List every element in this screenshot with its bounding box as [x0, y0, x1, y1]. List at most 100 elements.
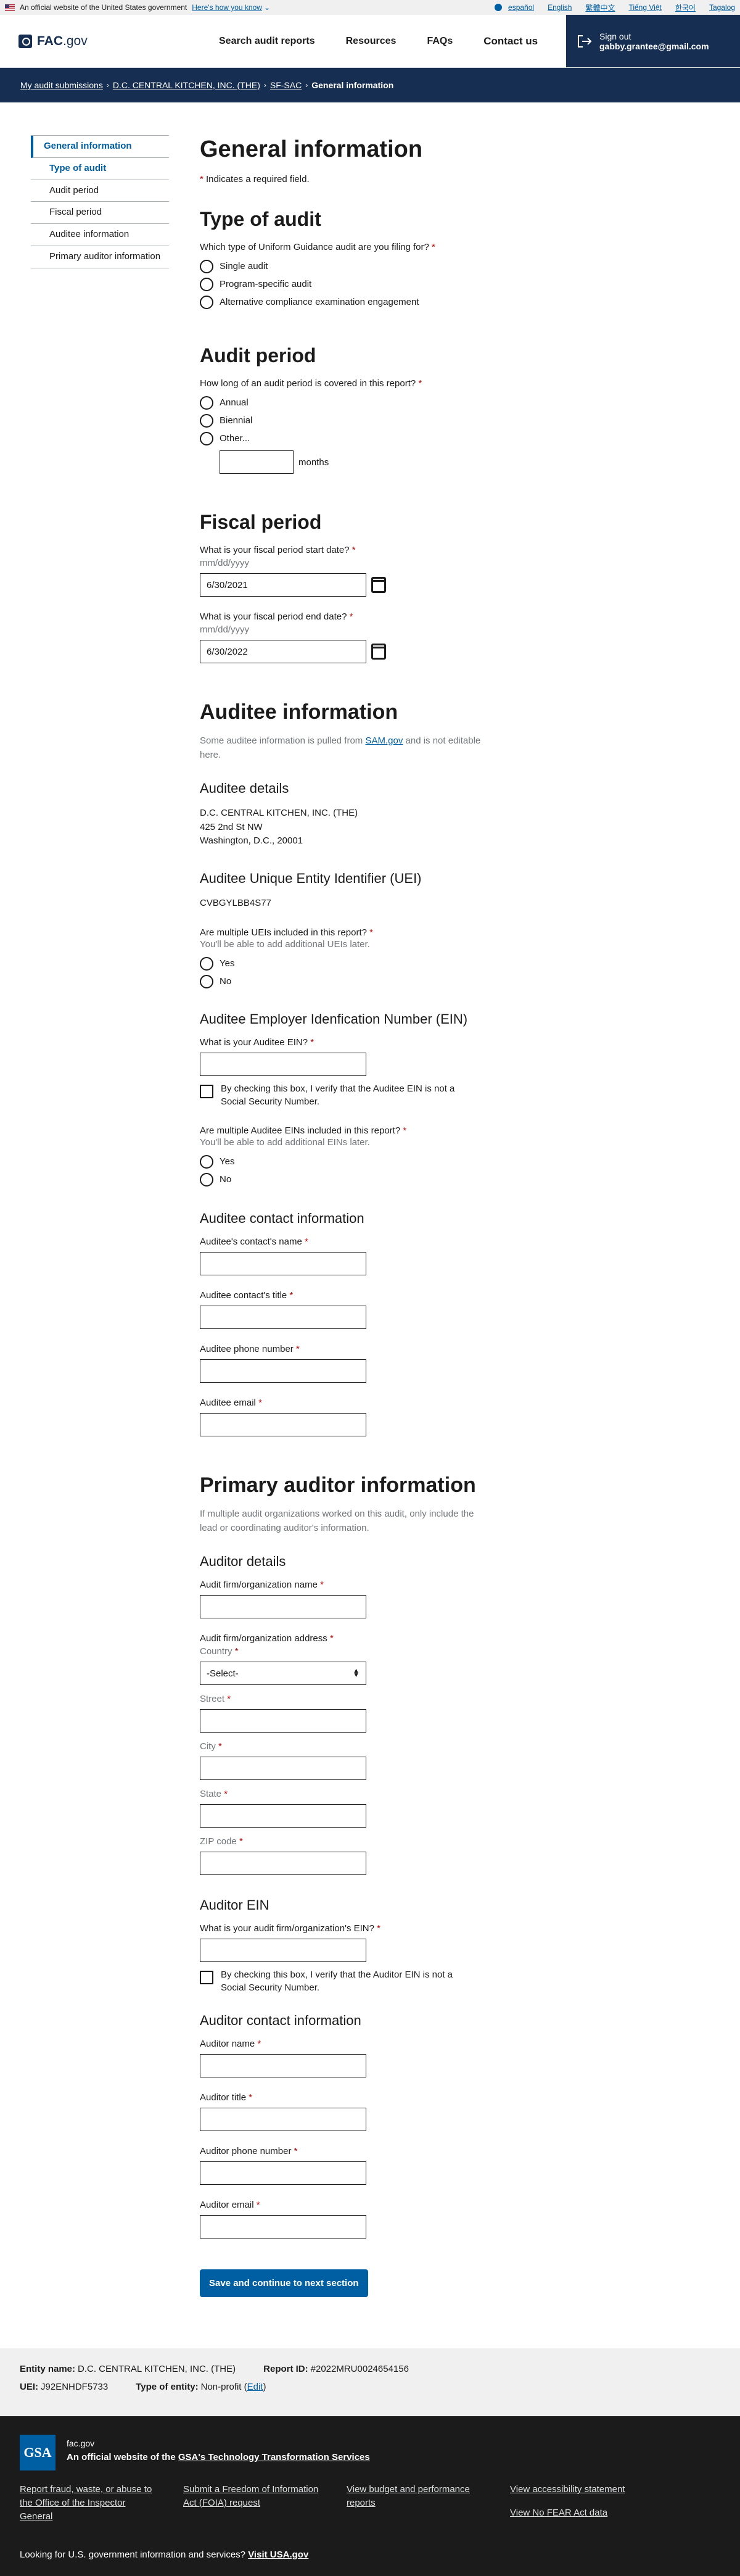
- multi-ein-hint: You'll be able to add additional EINs la…: [200, 1137, 370, 1148]
- lang-link[interactable]: 繁體中文: [585, 2, 615, 13]
- auditor-name-input[interactable]: [200, 2054, 366, 2077]
- select-arrows-icon: ▲ ▼: [353, 1667, 360, 1679]
- auditee-email-input[interactable]: [200, 1413, 366, 1436]
- fiscal-start-date-input[interactable]: 6/30/2021: [200, 573, 366, 597]
- lang-link[interactable]: 한국어: [675, 2, 696, 13]
- sidenav-primary-auditor-information[interactable]: Primary auditor information: [31, 246, 169, 268]
- footer-link-foia[interactable]: Submit a Freedom of Information Act (FOI…: [183, 2483, 347, 2523]
- logo-text: FAC: [37, 33, 63, 48]
- firm-name-input[interactable]: [200, 1595, 366, 1618]
- radio-single-audit[interactable]: Single audit: [200, 257, 570, 275]
- footer-link-budget[interactable]: View budget and performance reports: [347, 2483, 510, 2523]
- nav-resources[interactable]: Resources: [346, 36, 397, 47]
- auditee-phone-input[interactable]: [200, 1359, 366, 1383]
- submission-summary: Entity name: D.C. CENTRAL KITCHEN, INC. (…: [0, 2348, 740, 2416]
- multi-uei-hint: You'll be able to add additional UEIs la…: [200, 939, 370, 950]
- radio-biennial[interactable]: Biennial: [200, 412, 570, 429]
- report-id: Report ID: #2022MRU0024654156: [263, 2364, 409, 2374]
- nav-search-audit-reports[interactable]: Search audit reports: [219, 36, 315, 47]
- uei: UEI: J92ENHDF5733: [20, 2382, 109, 2392]
- lang-link[interactable]: Tiếng Việt: [628, 3, 661, 12]
- footer-official: An official website of the GSA's Technol…: [67, 2452, 370, 2462]
- auditee-contact-heading: Auditee contact information: [200, 1211, 364, 1226]
- firm-address-label: Audit firm/organization address *: [200, 1633, 334, 1644]
- auditee-street: 425 2nd St NW: [200, 821, 263, 832]
- radio-program-specific-audit[interactable]: Program-specific audit: [200, 275, 570, 293]
- breadcrumb-link[interactable]: SF-SAC: [270, 80, 302, 90]
- sign-out-button[interactable]: Sign out gabby.grantee@gmail.com: [566, 15, 740, 67]
- radio-multi-ein-no[interactable]: No: [200, 1170, 570, 1188]
- footer-link-no-fear[interactable]: View No FEAR Act data: [510, 2506, 670, 2520]
- auditee-name: D.C. CENTRAL KITCHEN, INC. (THE): [200, 808, 358, 818]
- country-select[interactable]: -Select- ▲ ▼: [200, 1662, 366, 1685]
- auditor-email-label: Auditor email *: [200, 2200, 260, 2210]
- breadcrumb-link[interactable]: My audit submissions: [20, 80, 103, 90]
- city-input[interactable]: [200, 1757, 366, 1780]
- gov-banner: An official website of the United States…: [0, 0, 740, 15]
- auditor-ein-heading: Auditor EIN: [200, 1897, 269, 1913]
- radio-annual[interactable]: Annual: [200, 394, 570, 412]
- side-nav: General information Type of audit Audit …: [31, 135, 169, 268]
- sam-gov-link[interactable]: SAM.gov: [365, 735, 403, 746]
- auditor-email-input[interactable]: [200, 2215, 366, 2238]
- primary-nav: Search audit reports Resources FAQs Cont…: [219, 15, 538, 67]
- main-form: General information * Indicates a requir…: [200, 135, 570, 2297]
- fiscal-end-date-input[interactable]: 6/30/2022: [200, 640, 366, 663]
- usa-gov-link[interactable]: Visit USA.gov: [248, 2549, 308, 2560]
- breadcrumb-link[interactable]: D.C. CENTRAL KITCHEN, INC. (THE): [113, 80, 260, 90]
- radio-multi-uei-yes[interactable]: Yes: [200, 955, 570, 972]
- fiscal-period-heading: Fiscal period: [200, 511, 322, 533]
- auditor-contact-heading: Auditor contact information: [200, 2013, 361, 2028]
- gsa-footer: GSA fac.gov An official website of the G…: [0, 2416, 740, 2576]
- auditee-ein-input[interactable]: [200, 1053, 366, 1076]
- entity-name: Entity name: D.C. CENTRAL KITCHEN, INC. (…: [20, 2364, 236, 2374]
- us-flag-icon: [5, 4, 15, 11]
- auditor-title-input[interactable]: [200, 2108, 366, 2131]
- auditee-ein-ssn-checkbox[interactable]: By checking this box, I verify that the …: [200, 1082, 477, 1108]
- sidenav-fiscal-period[interactable]: Fiscal period: [31, 202, 169, 224]
- edit-entity-type-link[interactable]: Edit: [247, 2382, 263, 2392]
- footer-link-accessibility[interactable]: View accessibility statement: [510, 2483, 670, 2496]
- multi-uei-question: Are multiple UEIs included in this repor…: [200, 927, 373, 938]
- fac-logo-icon: [18, 34, 32, 48]
- save-and-continue-button[interactable]: Save and continue to next section: [200, 2269, 368, 2297]
- lang-link[interactable]: Tagalog: [709, 3, 735, 12]
- country-label: Country *: [200, 1646, 239, 1657]
- street-input[interactable]: [200, 1709, 366, 1733]
- lang-link[interactable]: English: [548, 3, 572, 12]
- footer-link-oig[interactable]: Report fraud, waste, or abuse to the Off…: [20, 2483, 183, 2523]
- lang-link[interactable]: español: [508, 3, 534, 12]
- state-input[interactable]: [200, 1804, 366, 1828]
- calendar-icon[interactable]: [371, 577, 386, 593]
- auditor-phone-input[interactable]: [200, 2161, 366, 2185]
- months-input[interactable]: [220, 450, 294, 474]
- fiscal-end-label: What is your fiscal period end date? *: [200, 611, 353, 622]
- auditor-phone-label: Auditor phone number *: [200, 2146, 298, 2156]
- calendar-icon[interactable]: [371, 644, 386, 660]
- sidenav-auditee-information[interactable]: Auditee information: [31, 224, 169, 246]
- sidenav-audit-period[interactable]: Audit period: [31, 180, 169, 202]
- auditee-contact-name-input[interactable]: [200, 1252, 366, 1275]
- radio-multi-uei-no[interactable]: No: [200, 972, 570, 990]
- radio-other[interactable]: Other...: [200, 429, 570, 447]
- tts-link[interactable]: GSA's Technology Transformation Services: [178, 2452, 370, 2462]
- nav-faqs[interactable]: FAQs: [427, 36, 453, 47]
- auditee-information-heading: Auditee information: [200, 700, 398, 724]
- auditor-ein-input[interactable]: [200, 1939, 366, 1962]
- audit-period-heading: Audit period: [200, 344, 316, 367]
- auditee-email-label: Auditee email *: [200, 1398, 262, 1408]
- auditee-contact-title-input[interactable]: [200, 1306, 366, 1329]
- fac-logo[interactable]: FAC .gov: [0, 15, 185, 67]
- sidenav-general-information[interactable]: General information: [31, 136, 169, 158]
- gsa-logo[interactable]: GSA: [20, 2435, 56, 2470]
- zip-input[interactable]: [200, 1852, 366, 1875]
- heres-how-you-know-link[interactable]: Here's how you know: [192, 3, 262, 12]
- radio-multi-ein-yes[interactable]: Yes: [200, 1153, 570, 1170]
- auditee-details-heading: Auditee details: [200, 781, 289, 796]
- sidenav-type-of-audit[interactable]: Type of audit: [31, 158, 169, 180]
- auditor-name-label: Auditor name *: [200, 2039, 261, 2049]
- radio-alternative-compliance[interactable]: Alternative compliance examination engag…: [200, 293, 570, 311]
- auditee-contact-title-label: Auditee contact's title *: [200, 1290, 294, 1301]
- nav-contact-us[interactable]: Contact us: [483, 35, 538, 48]
- auditor-ein-ssn-checkbox[interactable]: By checking this box, I verify that the …: [200, 1968, 471, 1994]
